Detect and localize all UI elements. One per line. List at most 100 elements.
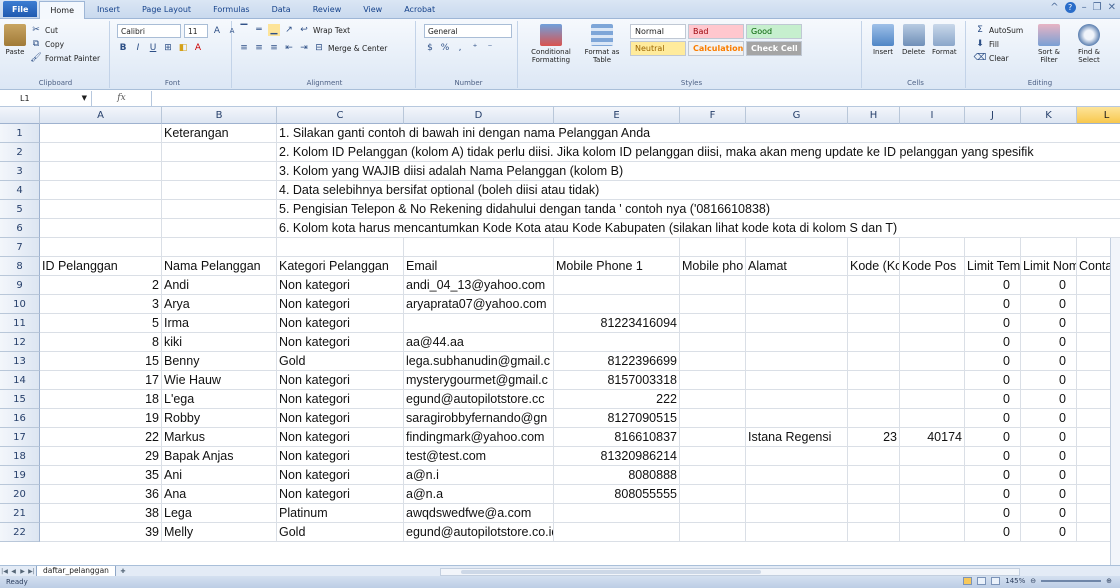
grid-cell[interactable] [162, 219, 277, 238]
table-cell[interactable] [900, 466, 965, 485]
header-cell[interactable]: ID Pelanggan [40, 257, 162, 276]
row-header[interactable]: 20 [0, 485, 40, 504]
table-cell[interactable]: 5 [40, 314, 162, 333]
header-cell[interactable]: Nama Pelanggan [162, 257, 277, 276]
table-cell[interactable]: 0 [965, 352, 1021, 371]
page-layout-view-button[interactable] [977, 577, 987, 585]
table-cell[interactable]: 222 [554, 390, 680, 409]
table-cell[interactable]: a@n.a [404, 485, 554, 504]
autosum-button[interactable]: Σ AutoSum [974, 24, 1023, 36]
table-cell[interactable] [848, 333, 900, 352]
table-cell[interactable]: 8080888 [554, 466, 680, 485]
header-cell[interactable]: Kode (Kota [848, 257, 900, 276]
column-header-a[interactable]: A [40, 107, 162, 124]
table-cell[interactable] [848, 409, 900, 428]
row-header[interactable]: 19 [0, 466, 40, 485]
table-cell[interactable] [680, 371, 746, 390]
table-cell[interactable]: Istana Regensi [746, 428, 848, 447]
table-cell[interactable] [680, 447, 746, 466]
table-cell[interactable]: 38 [40, 504, 162, 523]
merge-center-button[interactable]: Merge & Center [328, 44, 387, 53]
table-cell[interactable]: 18 [40, 390, 162, 409]
header-cell[interactable]: Kategori Pelanggan [277, 257, 404, 276]
grid-cell[interactable] [162, 181, 277, 200]
table-cell[interactable] [900, 447, 965, 466]
table-cell[interactable]: 81223416094 [554, 314, 680, 333]
column-header-c[interactable]: C [277, 107, 404, 124]
table-cell[interactable]: 0 [1021, 276, 1077, 295]
table-cell[interactable] [848, 295, 900, 314]
zoom-slider[interactable] [1041, 580, 1102, 582]
style-calculation[interactable]: Calculation [688, 41, 744, 56]
table-cell[interactable]: 0 [1021, 371, 1077, 390]
table-cell[interactable]: Wie Hauw [162, 371, 277, 390]
tab-review[interactable]: Review [303, 1, 352, 17]
currency-icon[interactable]: $ [424, 42, 436, 54]
table-cell[interactable]: 0 [1021, 390, 1077, 409]
percent-icon[interactable]: % [439, 42, 451, 54]
table-cell[interactable] [848, 314, 900, 333]
insert-function-button[interactable]: fx [92, 90, 152, 106]
table-cell[interactable]: kiki [162, 333, 277, 352]
row-header[interactable]: 7 [0, 238, 40, 257]
tab-acrobat[interactable]: Acrobat [394, 1, 445, 17]
table-cell[interactable]: Andi [162, 276, 277, 295]
formula-input[interactable] [152, 91, 1120, 106]
tab-formulas[interactable]: Formulas [203, 1, 260, 17]
table-cell[interactable]: saragirobbyfernando@gn [404, 409, 554, 428]
table-cell[interactable]: Non kategori [277, 390, 404, 409]
merge-icon[interactable]: ⊟ [313, 42, 325, 54]
table-cell[interactable]: 0 [1021, 333, 1077, 352]
table-cell[interactable]: 0 [965, 333, 1021, 352]
increase-decimal-icon[interactable]: ⁺ [469, 42, 481, 54]
style-bad[interactable]: Bad [688, 24, 744, 39]
table-cell[interactable] [848, 504, 900, 523]
decrease-indent-icon[interactable]: ⇤ [283, 42, 295, 54]
tab-insert[interactable]: Insert [87, 1, 130, 17]
align-center-icon[interactable]: ≡ [253, 42, 265, 54]
table-cell[interactable]: 0 [965, 371, 1021, 390]
table-cell[interactable]: egund@autopilotstore.cc [404, 390, 554, 409]
last-sheet-icon[interactable]: ▶| [27, 568, 36, 575]
tab-page-layout[interactable]: Page Layout [132, 1, 201, 17]
table-cell[interactable] [900, 314, 965, 333]
note-line[interactable]: 3. Kolom yang WAJIB diisi adalah Nama Pe… [277, 162, 1120, 181]
grid-cell[interactable] [40, 143, 162, 162]
table-cell[interactable]: Non kategori [277, 276, 404, 295]
format-painter-button[interactable]: 🖌 Format Painter [30, 52, 100, 64]
table-cell[interactable]: 40174 [900, 428, 965, 447]
orientation-icon[interactable]: ↗ [283, 24, 295, 36]
table-cell[interactable]: Gold [277, 523, 404, 542]
table-cell[interactable] [554, 333, 680, 352]
wrap-text-button[interactable]: Wrap Text [313, 26, 350, 35]
prev-sheet-icon[interactable]: ◀ [9, 568, 18, 575]
table-cell[interactable]: Non kategori [277, 466, 404, 485]
table-cell[interactable] [680, 466, 746, 485]
find-select-button[interactable]: Find & Select [1070, 24, 1108, 64]
table-cell[interactable] [746, 390, 848, 409]
table-cell[interactable]: 2 [40, 276, 162, 295]
grid-cell[interactable] [40, 219, 162, 238]
note-line[interactable]: 6. Kolom kota harus mencantumkan Kode Ko… [277, 219, 1120, 238]
row-header[interactable]: 15 [0, 390, 40, 409]
row-header[interactable]: 6 [0, 219, 40, 238]
table-cell[interactable]: Non kategori [277, 333, 404, 352]
header-cell[interactable]: Limit Temp [965, 257, 1021, 276]
grid-cell[interactable] [40, 124, 162, 143]
table-cell[interactable]: 0 [965, 276, 1021, 295]
underline-icon[interactable]: U [147, 42, 159, 54]
table-cell[interactable]: Non kategori [277, 485, 404, 504]
table-cell[interactable]: lega.subhanudin@gmail.c [404, 352, 554, 371]
table-cell[interactable]: 19 [40, 409, 162, 428]
grid-cell[interactable] [40, 238, 162, 257]
align-right-icon[interactable]: ≡ [268, 42, 280, 54]
row-header[interactable]: 12 [0, 333, 40, 352]
table-cell[interactable] [680, 409, 746, 428]
zoom-out-icon[interactable]: ⊖ [1030, 577, 1036, 585]
table-cell[interactable] [746, 352, 848, 371]
align-middle-icon[interactable]: ═ [253, 24, 265, 36]
align-bottom-icon[interactable]: ▁ [268, 24, 280, 36]
delete-cells-button[interactable]: Delete [902, 24, 925, 56]
table-cell[interactable]: 3 [40, 295, 162, 314]
table-cell[interactable] [680, 428, 746, 447]
